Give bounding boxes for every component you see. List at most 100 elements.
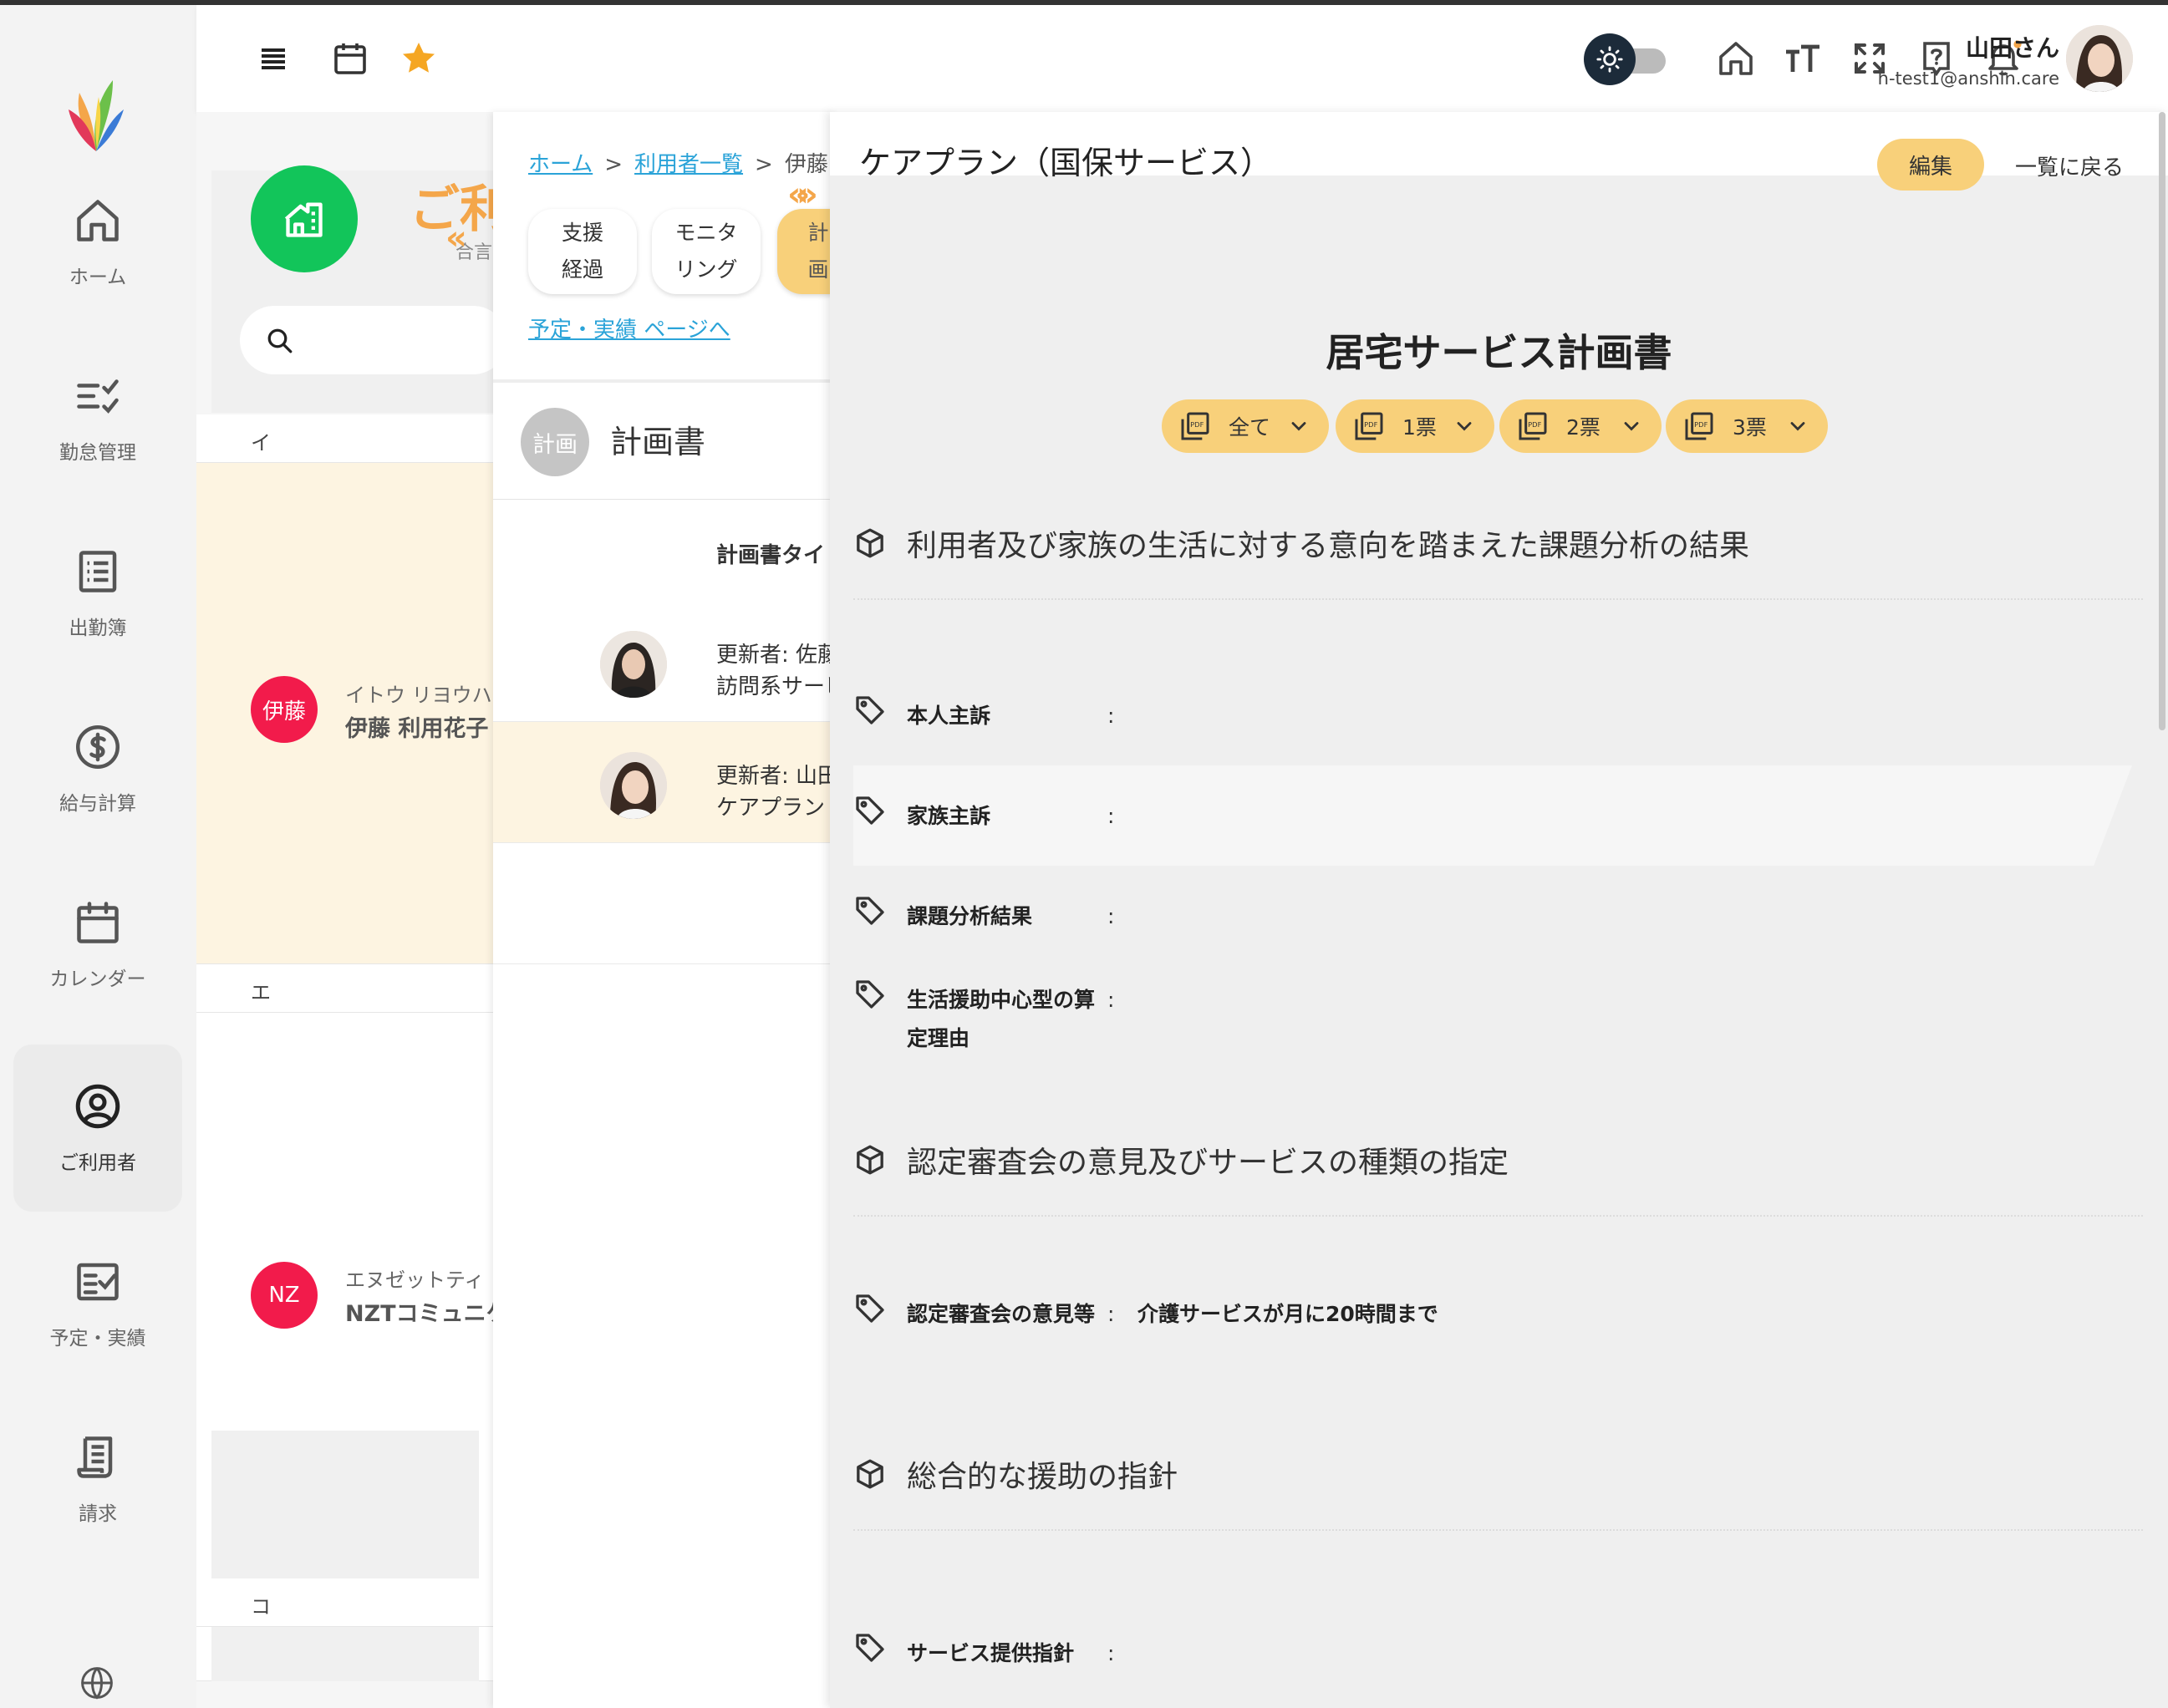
theme-toggle[interactable] [1584,33,1667,85]
sidebar-item-label: 給与計算 [59,793,136,815]
tag-icon [856,980,884,1009]
list-item-empty [493,843,836,964]
list-item[interactable]: 更新者: 山田 ケアプラン [493,722,836,843]
menu-icon[interactable] [253,38,293,79]
breadcrumb-user-list-link[interactable]: 利用者一覧 [634,152,743,177]
field-label: 本人主訴 [907,704,991,728]
svg-text:PDF: PDF [1364,420,1377,429]
field-label: 家族主訴 [907,804,991,828]
cube-icon [857,1459,883,1489]
field-colon: : [1107,704,1115,728]
field-label: 認定審査会の意見等 [907,1302,1096,1326]
sidebar-item-billing[interactable]: 請求 [13,1395,182,1563]
user-list-panel: ご利 合言 « » イ 伊藤 イトウ リヨウハ 伊藤 利用花子 エ NZ エヌゼ… [196,112,515,1708]
divider [853,598,2143,600]
list-item-placeholder [211,1431,479,1681]
sidebar: ホーム 勤怠管理 出勤簿 給与計算 カレンダー ご利用者 予定・実績 請求 [0,5,196,1708]
schedule-icon [77,1263,119,1301]
expand-chevron-icon[interactable]: » [796,175,818,214]
field-living-support-reason: 生活援助中心型の算定理由 : [853,980,1489,1058]
field-colon: : [1107,1302,1115,1326]
section-heading: 総合的な援助の指針 [853,1452,1178,1496]
star-icon[interactable] [399,38,439,79]
pdf-button-label: 全て [1229,415,1271,440]
app-logo-icon[interactable] [67,72,125,155]
breadcrumb-home-link[interactable]: ホーム [528,152,593,177]
sidebar-item-users[interactable]: ご利用者 [13,1045,182,1212]
list-item[interactable]: 更新者: 佐藤 訪問系サービス [493,601,836,722]
pdf-button-label: 2票 [1566,415,1601,440]
home-icon[interactable] [1716,38,1756,79]
pdf-button-label: 3票 [1733,415,1767,440]
field-analysis-result: 課題分析結果 : [853,897,1489,936]
tab-plan[interactable]: 計画 [777,209,836,294]
user-avatar[interactable] [2066,25,2133,92]
field-colon: : [1107,1641,1115,1665]
checklist-icon [77,379,119,414]
tag-icon [856,897,884,925]
collapse-chevron-icon[interactable]: « [445,219,467,257]
field-colon: : [1107,904,1115,928]
section-header: エ [196,964,497,1013]
calendar-icon[interactable] [330,38,370,79]
user-name[interactable]: 山田さん [1966,30,2059,64]
svg-text:PDF: PDF [1528,420,1541,429]
scrollbar[interactable] [2159,112,2165,730]
sidebar-item-label: 勤怠管理 [59,442,136,464]
pdf-sheet3-button[interactable]: PDF 3票 [1666,399,1828,453]
plan-updater: 更新者: 佐藤 [716,643,836,668]
edit-button[interactable]: 編集 [1877,139,1984,191]
toggle-knob [1584,33,1636,85]
tab-label: 支援 [561,221,603,245]
sidebar-item-label: ご利用者 [59,1152,136,1174]
sidebar-item-payroll[interactable]: 給与計算 [13,685,182,852]
user-search-input[interactable] [240,306,507,374]
pdf-sheet2-button[interactable]: PDF 2票 [1499,399,1662,453]
user-kana-name: イトウ リヨウハ [345,684,492,707]
tab-support-progress[interactable]: 支援 経過 [528,209,637,294]
chevron-down-icon [1790,422,1805,431]
sidebar-item-home[interactable]: ホーム [13,159,182,326]
svg-text:PDF: PDF [1190,420,1204,429]
facility-badge[interactable] [251,165,358,272]
section-kana: コ [251,1595,271,1619]
section-header: イ [196,414,497,463]
list-item[interactable]: 伊藤 イトウ リヨウハ 伊藤 利用花子 [196,463,497,964]
tab-monitoring[interactable]: モニタ リング [652,209,761,294]
chevron-down-icon [1291,422,1306,431]
tag-icon [856,696,884,724]
sidebar-item-label: 請求 [79,1503,117,1525]
font-size-icon[interactable] [1783,38,1823,79]
section-heading-text: 認定審査会の意見及びサービスの種類の指定 [907,1146,1509,1180]
divider [853,1529,2143,1531]
globe-icon[interactable] [79,1665,115,1701]
tab-label: リング [674,257,738,282]
plan-type: 訪問系サービス [716,674,836,699]
user-kana-name: エヌゼットティ [345,1268,485,1292]
pdf-icon: PDF [1685,412,1713,440]
field-colon: : [1107,804,1115,828]
chevron-down-icon [1624,422,1639,431]
receipt-icon [77,1436,113,1478]
back-to-list-link[interactable]: 一覧に戻る [2015,150,2124,181]
sidebar-item-attendance[interactable]: 勤怠管理 [13,334,182,501]
avatar-face-icon [600,752,667,819]
pdf-sheet1-button[interactable]: PDF 1票 [1336,399,1494,453]
sidebar-item-schedule[interactable]: 予定・実績 [13,1220,182,1387]
top-bar: 山田さん h-test1@anshin.care [196,5,2168,112]
plan-badge: 計画 [521,408,589,476]
section-header: コ [196,1578,497,1627]
sidebar-item-label: カレンダー [49,968,146,990]
pdf-icon: PDF [1519,412,1547,440]
schedule-page-link[interactable]: 予定・実績 ページへ [528,313,730,343]
avatar-face-icon [600,631,667,698]
user-name: 伊藤 利用花子 [345,716,489,742]
breadcrumb-current: 伊藤 [784,152,828,177]
sidebar-item-timesheet[interactable]: 出勤簿 [13,510,182,677]
sidebar-item-calendar[interactable]: カレンダー [13,861,182,1028]
sidebar-item-label: ホーム [69,267,127,288]
breadcrumb-separator: > [604,152,623,177]
field-service-policy: サービス提供指針 : [853,1634,1489,1673]
section-kana: イ [251,431,271,455]
pdf-all-button[interactable]: PDF 全て [1162,399,1329,453]
